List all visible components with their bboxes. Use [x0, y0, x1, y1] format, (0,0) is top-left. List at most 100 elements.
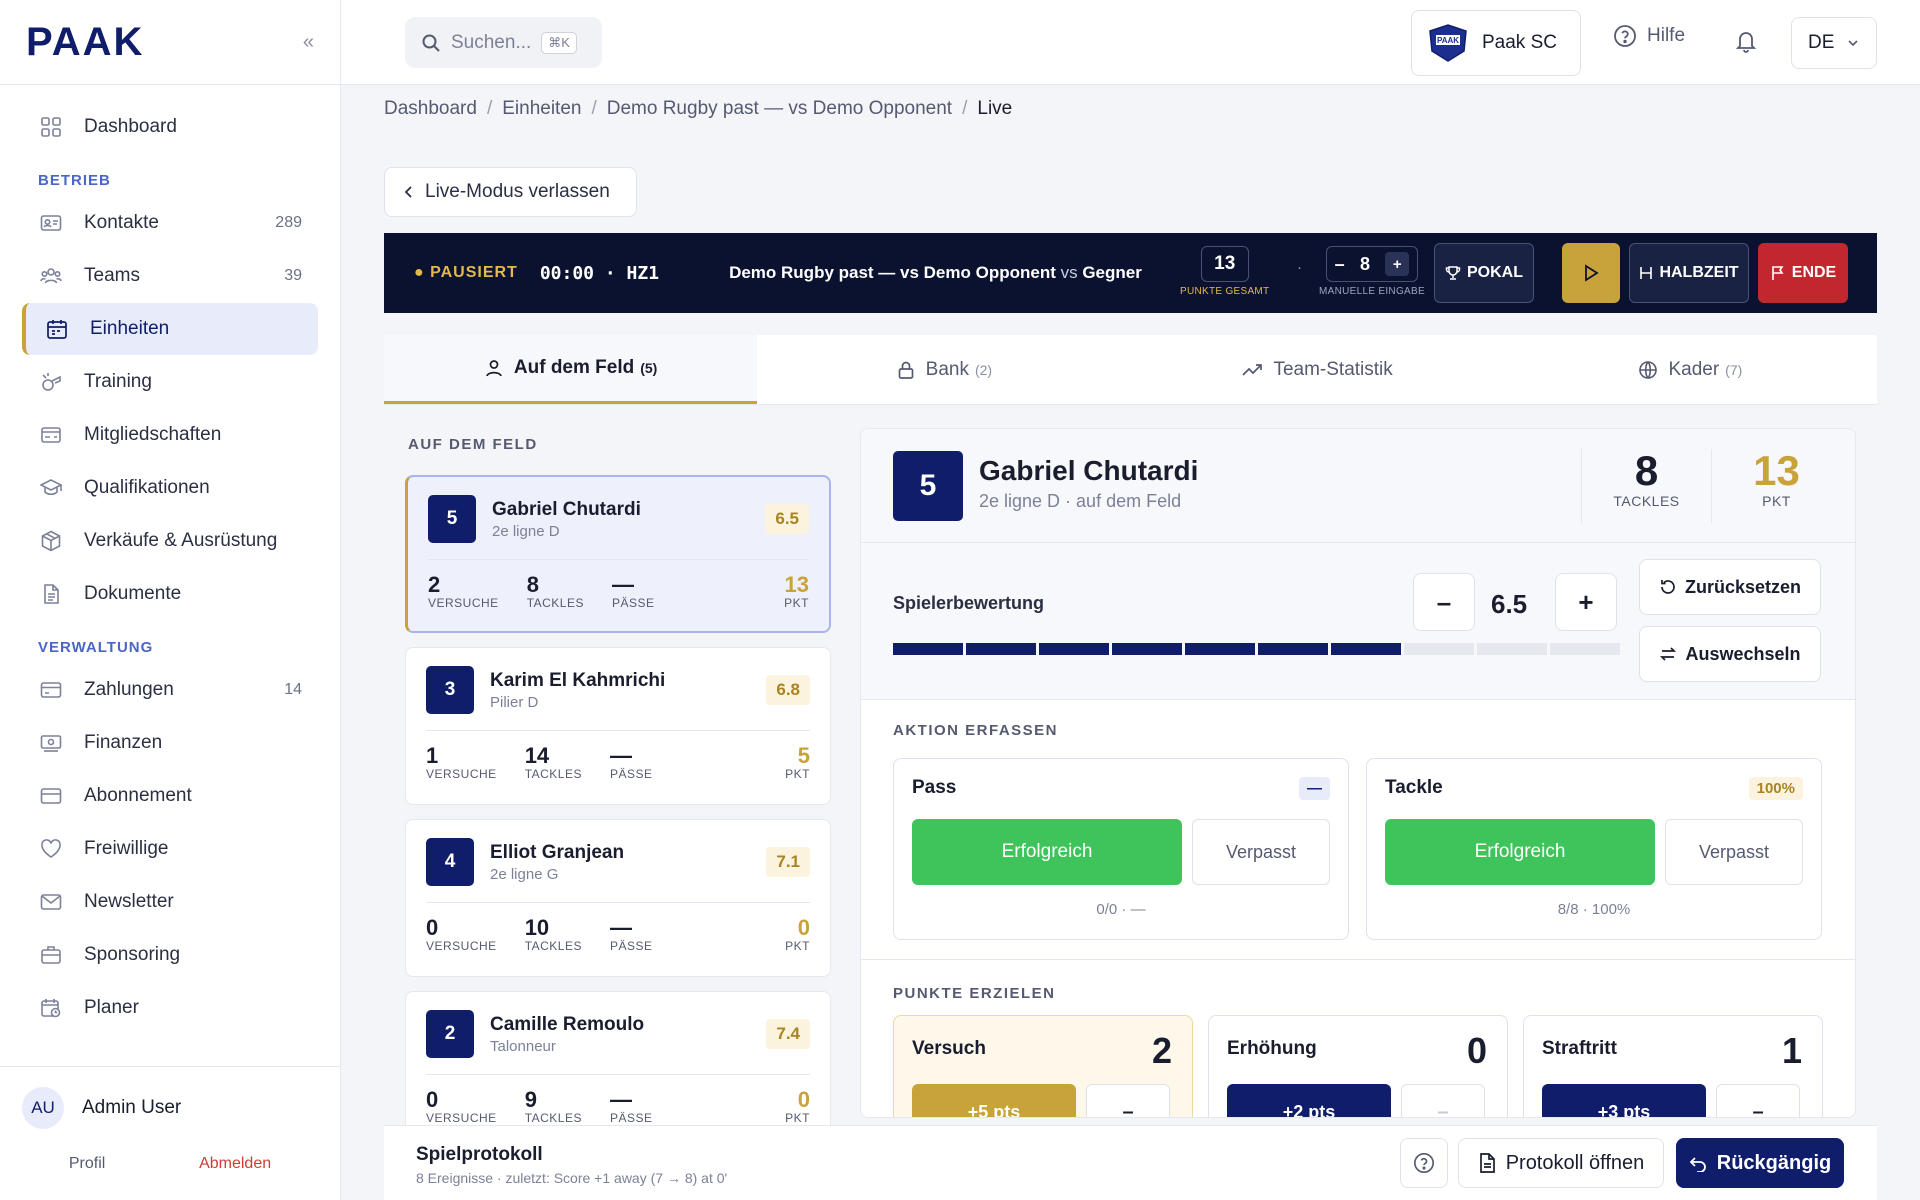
sidebar-item-training[interactable]: Training: [22, 356, 318, 408]
sidebar-item-zahlungen[interactable]: Zahlungen 14: [22, 664, 318, 716]
tab-bank[interactable]: Bank (2): [757, 335, 1131, 404]
stat-passe: — PÄSSE: [609, 743, 653, 782]
sidebar-item-planer[interactable]: Planer: [22, 982, 318, 1034]
sidebar-item-count: 14: [284, 681, 302, 698]
trending-up-icon: [1241, 360, 1263, 380]
double-chevron-left-icon[interactable]: «: [303, 31, 314, 54]
pass-miss-button[interactable]: Verpasst: [1192, 819, 1330, 885]
manual-stepper: – 8 +: [1325, 246, 1418, 282]
player-name: Camille Remoulo: [490, 1013, 645, 1035]
versuch-add-button[interactable]: +5 pts: [912, 1084, 1076, 1117]
avatar[interactable]: AU: [22, 1087, 64, 1129]
app-logo[interactable]: PAAK: [26, 20, 144, 65]
manual-plus-button[interactable]: +: [1385, 252, 1410, 276]
sidebar-item-freiwillige[interactable]: Freiwillige: [22, 823, 318, 875]
straftritt-card: Straftritt 1 +3 pts –: [1523, 1015, 1823, 1117]
logout-link[interactable]: Abmelden: [199, 1155, 271, 1173]
help-button[interactable]: Hilfe: [1613, 24, 1685, 48]
end-button[interactable]: ENDE: [1758, 243, 1848, 303]
tab-team-statistik[interactable]: Team-Statistik: [1130, 335, 1504, 404]
breadcrumb-session[interactable]: Demo Rugby past — vs Demo Opponent: [607, 98, 952, 119]
sidebar-item-finanzen[interactable]: Finanzen: [22, 717, 318, 769]
substitute-button[interactable]: Auswechseln: [1639, 626, 1821, 682]
straftritt-add-button[interactable]: +3 pts: [1542, 1084, 1706, 1117]
open-log-button[interactable]: Protokoll öffnen: [1458, 1138, 1664, 1188]
field-section-title: AUF DEM FELD: [408, 436, 538, 453]
sidebar-item-verkaeufe[interactable]: Verkäufe & Ausrüstung: [22, 515, 318, 567]
player-card[interactable]: 4 Elliot Granjean 2e ligne G 7.1 0 VERSUCH…: [405, 819, 831, 977]
stat-tackles: 8 TACKLES: [526, 572, 584, 611]
match-log-summary: 8 Ereignisse · zuletzt: Score +1 away (7…: [416, 1170, 728, 1186]
question-circle-icon[interactable]: [1400, 1138, 1448, 1188]
sidebar-item-teams[interactable]: Teams 39: [22, 250, 318, 302]
sidebar-item-dokumente[interactable]: Dokumente: [22, 568, 318, 620]
language-select[interactable]: DE: [1791, 17, 1877, 69]
club-switcher[interactable]: PAAK Paak SC: [1411, 10, 1581, 76]
erhoehung-count: 0: [1466, 1030, 1487, 1071]
reset-button[interactable]: Zurücksetzen: [1639, 559, 1821, 615]
stat-tackles: 14 TACKLES: [524, 743, 582, 782]
rating-plus-button[interactable]: +: [1555, 573, 1617, 631]
sidebar-item-newsletter[interactable]: Newsletter: [22, 876, 318, 928]
rating-bar-segment: [1185, 643, 1255, 655]
versuch-title: Versuch: [912, 1038, 986, 1059]
profile-link[interactable]: Profil: [69, 1155, 105, 1173]
tackle-badge: 100%: [1748, 777, 1803, 800]
bell-icon[interactable]: [1734, 28, 1758, 58]
score-section: PUNKTE ERZIELEN Versuch 2 +5 pts – Erhöh…: [861, 960, 1855, 1117]
sidebar-item-label: Training: [84, 371, 152, 392]
pass-title: Pass: [912, 777, 957, 798]
total-score-value: 13: [1200, 246, 1249, 282]
player-name: Gabriel Chutardi: [492, 498, 641, 520]
erhoehung-remove-button[interactable]: –: [1401, 1084, 1485, 1117]
straftritt-remove-button[interactable]: –: [1716, 1084, 1800, 1117]
trophy-icon: [1445, 265, 1461, 281]
sidebar-item-mitgliedschaften[interactable]: Mitgliedschaften: [22, 409, 318, 461]
search-icon: [421, 33, 441, 53]
erhoehung-add-button[interactable]: +2 pts: [1227, 1084, 1391, 1117]
halftime-button[interactable]: HALBZEIT: [1629, 243, 1749, 303]
manual-minus-button[interactable]: –: [1335, 254, 1345, 275]
sidebar-item-label: Dashboard: [84, 116, 177, 137]
sidebar-item-sponsoring[interactable]: Sponsoring: [22, 929, 318, 981]
breadcrumb-dashboard[interactable]: Dashboard: [384, 98, 477, 119]
pokal-button[interactable]: POKAL: [1434, 243, 1534, 303]
manual-entry-label: MANUELLE EINGABE: [1319, 286, 1425, 297]
player-card[interactable]: 3 Karim El Kahmrichi Pilier D 6.8 1 VERSUC…: [405, 647, 831, 805]
detail-player-position: 2e ligne D · auf dem Feld: [979, 491, 1182, 511]
breadcrumb-current: Live: [977, 98, 1013, 119]
undo-button[interactable]: Rückgängig: [1676, 1138, 1844, 1188]
total-score-label: PUNKTE GESAMT: [1180, 286, 1270, 297]
substitute-label: Auswechseln: [1685, 643, 1801, 664]
detail-points: 13 PKT: [1711, 449, 1841, 523]
sidebar-item-dashboard[interactable]: Dashboard: [22, 101, 318, 153]
leave-live-button[interactable]: Live-Modus verlassen: [384, 167, 637, 217]
tab-bar: Auf dem Feld (5) Bank (2) Team-Statistik…: [384, 335, 1877, 405]
mail-icon: [38, 889, 64, 915]
tab-label: Auf dem Feld: [513, 357, 635, 378]
versuch-remove-button[interactable]: –: [1086, 1084, 1170, 1117]
tab-auf-dem-feld[interactable]: Auf dem Feld (5): [384, 335, 758, 404]
tab-kader[interactable]: Kader (7): [1503, 335, 1877, 404]
tackle-miss-button[interactable]: Verpasst: [1665, 819, 1803, 885]
stat-tackles: 10 TACKLES: [524, 915, 582, 954]
player-number: 4: [426, 838, 474, 886]
search-input[interactable]: Suchen... ⌘K: [405, 17, 602, 68]
player-card[interactable]: 2 Camille Remoulo Talonneur 7.4 0 VERSUCHE…: [405, 991, 831, 1125]
versuch-card: Versuch 2 +5 pts –: [893, 1015, 1193, 1117]
subscription-card-icon: [38, 783, 64, 809]
pass-success-button[interactable]: Erfolgreich: [912, 819, 1182, 885]
tackle-card: Tackle 100% Erfolgreich Verpasst 8/8 · 1…: [1366, 758, 1822, 940]
player-card[interactable]: 5 Gabriel Chutardi 2e ligne D 6.5 2 VERSUC…: [405, 475, 831, 633]
tackle-success-button[interactable]: Erfolgreich: [1385, 819, 1655, 885]
erhoehung-title: Erhöhung: [1227, 1038, 1317, 1059]
sidebar-item-abonnement[interactable]: Abonnement: [22, 770, 318, 822]
play-button[interactable]: [1562, 243, 1620, 303]
rating-minus-button[interactable]: –: [1413, 573, 1475, 631]
sidebar-item-kontakte[interactable]: Kontakte 289: [22, 197, 318, 249]
chevron-left-icon: [403, 185, 415, 199]
sidebar-item-einheiten[interactable]: Einheiten: [22, 303, 318, 355]
sidebar-item-qualifikationen[interactable]: Qualifikationen: [22, 462, 318, 514]
breadcrumb-einheiten[interactable]: Einheiten: [502, 98, 581, 119]
straftritt-count: 1: [1781, 1030, 1802, 1071]
